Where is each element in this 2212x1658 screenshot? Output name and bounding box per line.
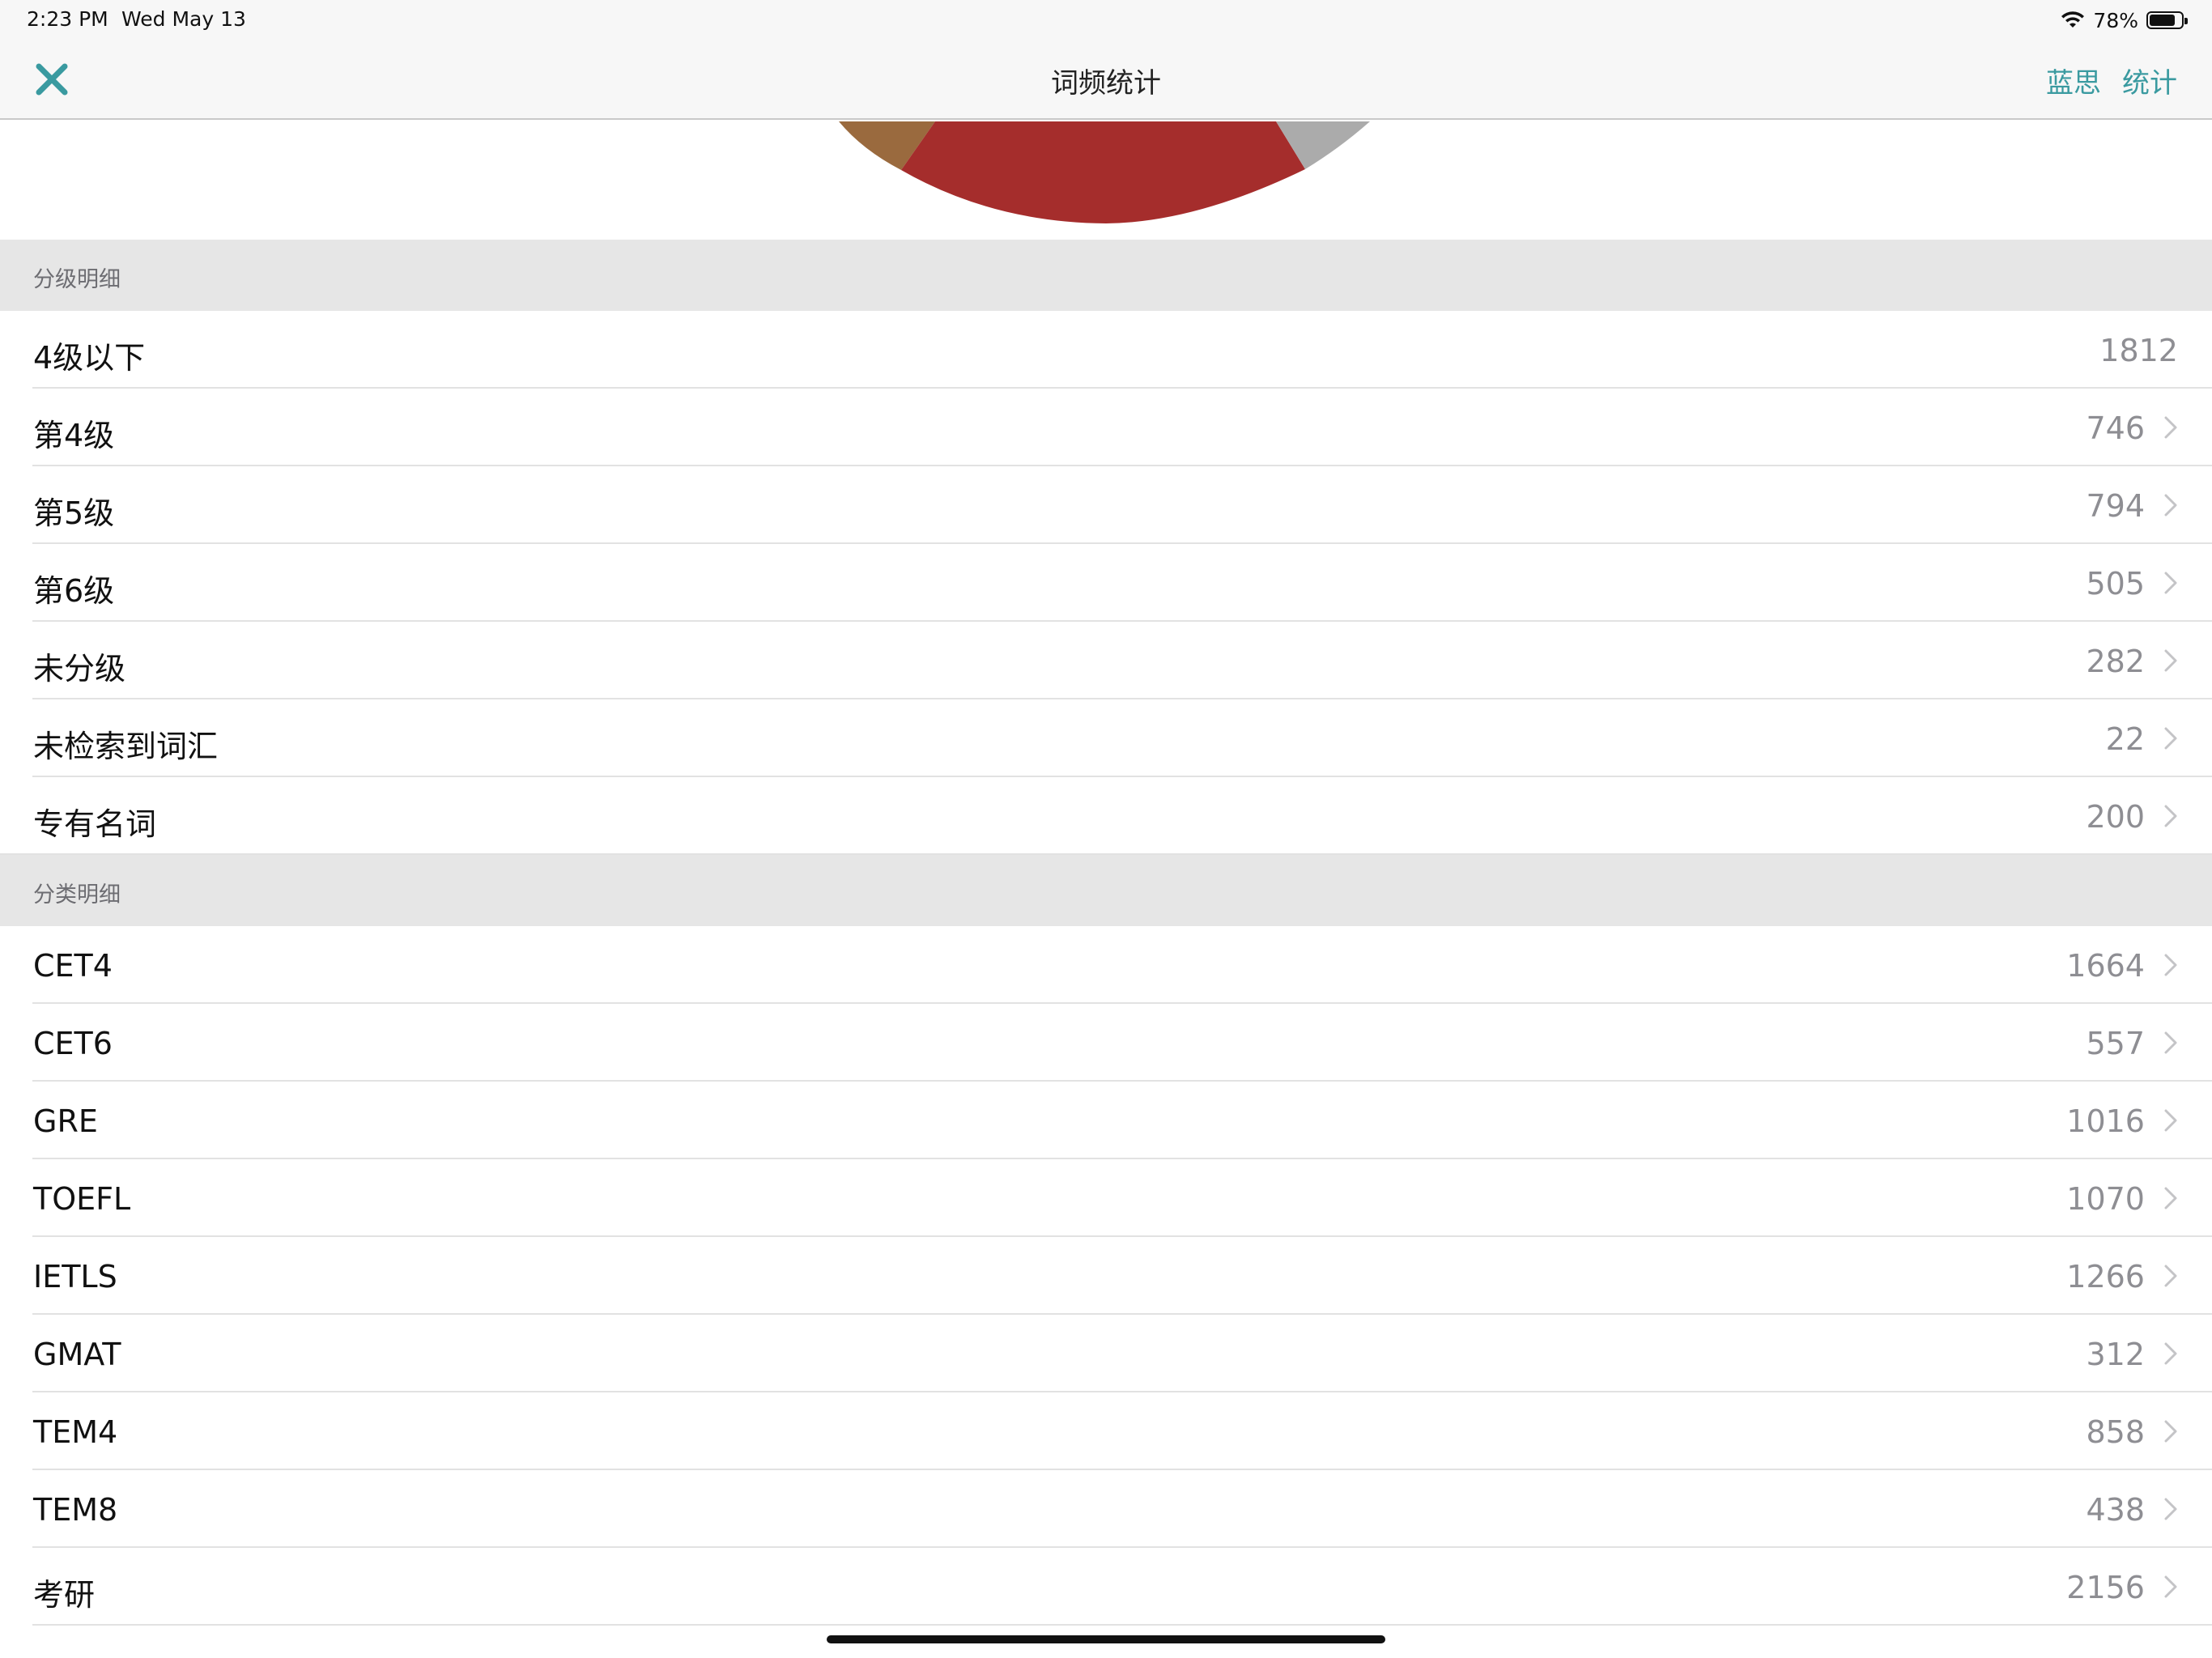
chevron-right-icon bbox=[2164, 1420, 2177, 1443]
list-row[interactable]: 第4级 746 bbox=[0, 389, 2212, 466]
navigation-bar: 词频统计 蓝思 统计 bbox=[0, 39, 2212, 120]
list-row[interactable]: 未检索到词汇 22 bbox=[0, 699, 2212, 777]
row-count: 1070 bbox=[2066, 1181, 2145, 1217]
row-count: 1266 bbox=[2066, 1259, 2145, 1295]
level-list: 4级以下 1812 第4级 746 第5级 794 第6级 505 未分级 282 未检索到词汇 22… bbox=[0, 311, 2212, 855]
statistics-button[interactable]: 统计 bbox=[2122, 61, 2177, 100]
status-bar: 2:23 PM Wed May 13 78% bbox=[0, 0, 2212, 39]
row-count: 858 bbox=[2086, 1414, 2145, 1450]
row-count: 505 bbox=[2086, 566, 2145, 602]
list-row[interactable]: 第5级 794 bbox=[0, 466, 2212, 544]
row-count: 22 bbox=[2105, 721, 2145, 757]
row-count: 746 bbox=[2086, 410, 2145, 446]
nav-actions: 蓝思 统计 bbox=[2025, 61, 2177, 100]
pie-chart bbox=[839, 121, 1370, 223]
row-count: 557 bbox=[2086, 1026, 2145, 1061]
page-title: 词频统计 bbox=[1051, 67, 1161, 100]
row-count: 794 bbox=[2086, 488, 2145, 524]
chevron-right-icon bbox=[2164, 649, 2177, 672]
row-count: 200 bbox=[2086, 799, 2145, 835]
chevron-right-icon bbox=[2164, 1342, 2177, 1365]
chevron-right-icon bbox=[2164, 1498, 2177, 1520]
row-label: 4级以下 bbox=[33, 340, 146, 376]
chevron-right-icon bbox=[2164, 727, 2177, 750]
chevron-right-icon bbox=[2164, 1575, 2177, 1598]
row-label: CET6 bbox=[33, 1026, 113, 1061]
app-screen: 2:23 PM Wed May 13 78% 词频统计 蓝思 统计 分级明细 4… bbox=[0, 0, 2212, 1658]
chevron-right-icon bbox=[2164, 1187, 2177, 1209]
chevron-right-icon bbox=[2164, 1265, 2177, 1287]
list-row[interactable]: 考研 2156 bbox=[0, 1548, 2212, 1626]
status-indicators: 78% bbox=[2061, 7, 2188, 33]
level-section-title: 分级明细 bbox=[33, 267, 121, 292]
row-count: 2156 bbox=[2066, 1570, 2145, 1605]
list-row[interactable]: GMAT 312 bbox=[0, 1315, 2212, 1392]
chevron-right-icon bbox=[2164, 805, 2177, 827]
category-section-header: 分类明细 bbox=[0, 855, 2212, 926]
row-label: 考研 bbox=[33, 1577, 96, 1613]
list-row[interactable]: 未分级 282 bbox=[0, 622, 2212, 699]
row-label: TEM8 bbox=[33, 1492, 118, 1528]
list-row: 4级以下 1812 bbox=[0, 311, 2212, 389]
lexile-button[interactable]: 蓝思 bbox=[2046, 61, 2101, 100]
list-row[interactable]: CET4 1664 bbox=[0, 926, 2212, 1004]
row-label: GRE bbox=[33, 1103, 98, 1139]
chevron-right-icon bbox=[2164, 954, 2177, 976]
list-row[interactable]: TEM8 438 bbox=[0, 1470, 2212, 1548]
chevron-right-icon bbox=[2164, 572, 2177, 594]
row-label: 专有名词 bbox=[33, 806, 157, 842]
row-label: TOEFL bbox=[33, 1181, 131, 1217]
row-count: 1812 bbox=[2099, 333, 2178, 368]
row-label: 第4级 bbox=[33, 418, 115, 453]
list-row[interactable]: GRE 1016 bbox=[0, 1082, 2212, 1159]
pie-chart-area bbox=[0, 121, 2212, 240]
row-count: 282 bbox=[2086, 644, 2145, 679]
level-section-header: 分级明细 bbox=[0, 240, 2212, 311]
row-count: 1016 bbox=[2066, 1103, 2145, 1139]
chevron-right-icon bbox=[2164, 1109, 2177, 1132]
list-row[interactable]: CET6 557 bbox=[0, 1004, 2212, 1082]
row-label: IETLS bbox=[33, 1259, 117, 1295]
category-section-title: 分类明细 bbox=[33, 882, 121, 908]
pie-slice-red bbox=[901, 121, 1305, 223]
row-label: 第5级 bbox=[33, 495, 115, 531]
row-label: 未检索到词汇 bbox=[33, 729, 219, 764]
row-label: TEM4 bbox=[33, 1414, 118, 1450]
list-row[interactable]: TEM4 858 bbox=[0, 1392, 2212, 1470]
battery-percentage: 78% bbox=[2093, 8, 2138, 32]
row-count: 312 bbox=[2086, 1337, 2145, 1372]
status-time: 2:23 PM bbox=[27, 7, 108, 31]
row-label: GMAT bbox=[33, 1337, 121, 1372]
row-label: 未分级 bbox=[33, 651, 126, 687]
list-row[interactable]: IETLS 1266 bbox=[0, 1237, 2212, 1315]
list-row[interactable]: 第6级 505 bbox=[0, 544, 2212, 622]
battery-icon bbox=[2146, 11, 2188, 29]
chevron-right-icon bbox=[2164, 416, 2177, 439]
status-date: Wed May 13 bbox=[121, 7, 246, 31]
row-label: CET4 bbox=[33, 948, 113, 984]
chevron-right-icon bbox=[2164, 1031, 2177, 1054]
row-label: 第6级 bbox=[33, 573, 115, 609]
wifi-icon bbox=[2061, 11, 2085, 28]
home-indicator[interactable] bbox=[827, 1635, 1385, 1643]
chevron-right-icon bbox=[2164, 494, 2177, 517]
category-list: CET4 1664 CET6 557 GRE 1016 TOEFL 1070 IETLS 1266… bbox=[0, 926, 2212, 1626]
list-row[interactable]: TOEFL 1070 bbox=[0, 1159, 2212, 1237]
row-count: 438 bbox=[2086, 1492, 2145, 1528]
list-row[interactable]: 专有名词 200 bbox=[0, 777, 2212, 855]
row-count: 1664 bbox=[2066, 948, 2145, 984]
